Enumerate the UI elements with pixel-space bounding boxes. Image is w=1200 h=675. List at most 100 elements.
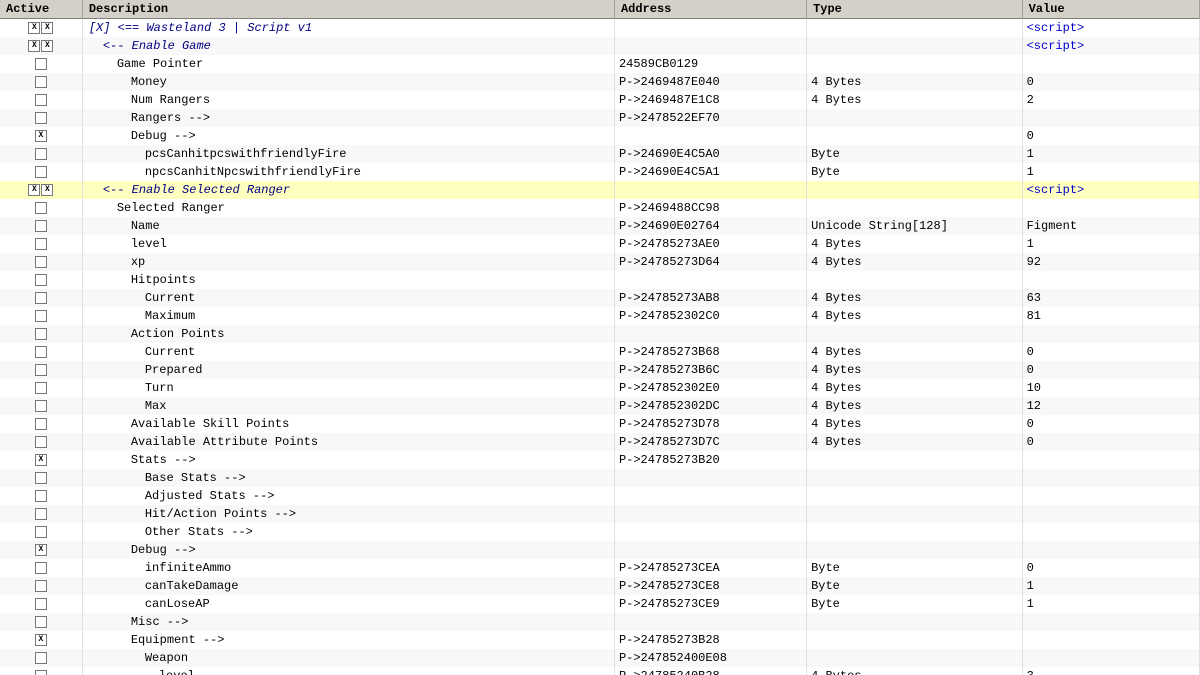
table-row[interactable]: Equipment --> P->24785273B28 xyxy=(0,631,1200,649)
checkbox[interactable] xyxy=(35,292,47,304)
description-text: Adjusted Stats --> xyxy=(145,489,275,503)
checkbox[interactable] xyxy=(35,652,47,664)
script-link[interactable]: <script> xyxy=(1027,183,1085,197)
checkbox-x2[interactable] xyxy=(41,40,53,52)
table-row[interactable]: <-- Enable Selected Ranger<script> xyxy=(0,181,1200,199)
table-row[interactable]: TurnP->247852302E04 Bytes10 xyxy=(0,379,1200,397)
address-cell: P->2478522EF70 xyxy=(614,109,806,127)
table-row[interactable]: npcsCanhitNpcswithfriendlyFireP->24690E4… xyxy=(0,163,1200,181)
checkbox[interactable] xyxy=(35,562,47,574)
checkbox[interactable] xyxy=(35,526,47,538)
value-cell xyxy=(1022,199,1199,217)
value-cell: 12 xyxy=(1022,397,1199,415)
script-link[interactable]: <script> xyxy=(1027,39,1085,53)
table-row[interactable]: PreparedP->24785273B6C4 Bytes0 xyxy=(0,361,1200,379)
address-cell: P->24785273B28 xyxy=(614,631,806,649)
checkbox[interactable] xyxy=(35,58,47,70)
checkbox[interactable] xyxy=(35,328,47,340)
description-cell: Action Points xyxy=(82,325,614,343)
checkbox[interactable] xyxy=(35,76,47,88)
table-row[interactable]: <-- Enable Game<script> xyxy=(0,37,1200,55)
description-cell: Debug --> xyxy=(82,541,614,559)
table-row[interactable]: WeaponP->247852400E08 xyxy=(0,649,1200,667)
checkbox[interactable] xyxy=(35,490,47,502)
checkbox[interactable] xyxy=(35,598,47,610)
checkbox[interactable] xyxy=(35,274,47,286)
table-row[interactable]: Hitpoints xyxy=(0,271,1200,289)
address-cell: P->247852302E0 xyxy=(614,379,806,397)
checkbox-x[interactable] xyxy=(35,130,47,142)
checkbox[interactable] xyxy=(35,418,47,430)
description-text: Equipment --> xyxy=(131,633,225,647)
checkbox[interactable] xyxy=(35,508,47,520)
table-row[interactable]: NameP->24690E02764Unicode String[128]Fig… xyxy=(0,217,1200,235)
checkbox[interactable] xyxy=(35,436,47,448)
checkbox[interactable] xyxy=(35,364,47,376)
table-row[interactable]: infiniteAmmoP->24785273CEAByte0 xyxy=(0,559,1200,577)
type-cell: 4 Bytes xyxy=(807,397,1023,415)
active-cell xyxy=(0,37,82,55)
checkbox[interactable] xyxy=(35,148,47,160)
table-row[interactable]: [X] <== Wasteland 3 | Script v1<script> xyxy=(0,19,1200,37)
checkbox[interactable] xyxy=(35,472,47,484)
table-row[interactable]: canLoseAPP->24785273CE9Byte1 xyxy=(0,595,1200,613)
checkbox-x2[interactable] xyxy=(41,22,53,34)
table-row[interactable]: Base Stats --> xyxy=(0,469,1200,487)
table-row[interactable]: Action Points xyxy=(0,325,1200,343)
checkbox[interactable] xyxy=(35,238,47,250)
table-row[interactable]: Other Stats --> xyxy=(0,523,1200,541)
checkbox[interactable] xyxy=(35,256,47,268)
table-row[interactable]: MaximumP->247852302C04 Bytes81 xyxy=(0,307,1200,325)
checkbox[interactable] xyxy=(35,94,47,106)
checkbox[interactable] xyxy=(35,346,47,358)
table-row[interactable]: Selected RangerP->2469488CC98 xyxy=(0,199,1200,217)
table-row[interactable]: Num RangersP->2469487E1C84 Bytes2 xyxy=(0,91,1200,109)
checkbox-x2[interactable] xyxy=(41,184,53,196)
checkbox[interactable] xyxy=(35,310,47,322)
table-row[interactable]: MoneyP->2469487E0404 Bytes0 xyxy=(0,73,1200,91)
checkbox[interactable] xyxy=(35,220,47,232)
checkbox[interactable] xyxy=(35,382,47,394)
table-row[interactable]: xpP->24785273D644 Bytes92 xyxy=(0,253,1200,271)
description-cell: Weapon xyxy=(82,649,614,667)
table-row[interactable]: Rangers -->P->2478522EF70 xyxy=(0,109,1200,127)
address-cell: P->24785273D64 xyxy=(614,253,806,271)
checkbox-x[interactable] xyxy=(28,22,40,34)
description-cell: Current xyxy=(82,289,614,307)
table-row[interactable]: Debug --> xyxy=(0,541,1200,559)
table-row[interactable]: Adjusted Stats --> xyxy=(0,487,1200,505)
checkbox-x[interactable] xyxy=(35,544,47,556)
checkbox[interactable] xyxy=(35,670,47,675)
table-row[interactable]: levelP->24785240B284 Bytes3 xyxy=(0,667,1200,675)
table-row[interactable]: canTakeDamageP->24785273CE8Byte1 xyxy=(0,577,1200,595)
checkbox-x[interactable] xyxy=(35,454,47,466)
table-row[interactable]: MaxP->247852302DC4 Bytes12 xyxy=(0,397,1200,415)
script-link[interactable]: <script> xyxy=(1027,21,1085,35)
table-row[interactable]: levelP->24785273AE04 Bytes1 xyxy=(0,235,1200,253)
checkbox[interactable] xyxy=(35,202,47,214)
value-cell: <script> xyxy=(1022,19,1199,37)
checkbox[interactable] xyxy=(35,112,47,124)
checkbox-x[interactable] xyxy=(28,40,40,52)
checkbox[interactable] xyxy=(35,166,47,178)
checkbox-x[interactable] xyxy=(28,184,40,196)
table-row[interactable]: Hit/Action Points --> xyxy=(0,505,1200,523)
table-row[interactable]: pcsCanhitpcswithfriendlyFireP->24690E4C5… xyxy=(0,145,1200,163)
checkbox[interactable] xyxy=(35,400,47,412)
checkbox-x[interactable] xyxy=(35,634,47,646)
table-row[interactable]: Misc --> xyxy=(0,613,1200,631)
table-row[interactable]: Debug -->0 xyxy=(0,127,1200,145)
table-row[interactable]: Available Attribute PointsP->24785273D7C… xyxy=(0,433,1200,451)
checkbox[interactable] xyxy=(35,580,47,592)
table-row[interactable]: Available Skill PointsP->24785273D784 By… xyxy=(0,415,1200,433)
description-text: Prepared xyxy=(145,363,203,377)
table-row[interactable]: Stats -->P->24785273B20 xyxy=(0,451,1200,469)
description-text: Max xyxy=(145,399,167,413)
checkbox[interactable] xyxy=(35,616,47,628)
type-cell: 4 Bytes xyxy=(807,91,1023,109)
table-row[interactable]: CurrentP->24785273AB84 Bytes63 xyxy=(0,289,1200,307)
table-row[interactable]: CurrentP->24785273B684 Bytes0 xyxy=(0,343,1200,361)
table-row[interactable]: Game Pointer24589CB0129 xyxy=(0,55,1200,73)
address-cell: P->24785273D78 xyxy=(614,415,806,433)
active-cell xyxy=(0,469,82,487)
